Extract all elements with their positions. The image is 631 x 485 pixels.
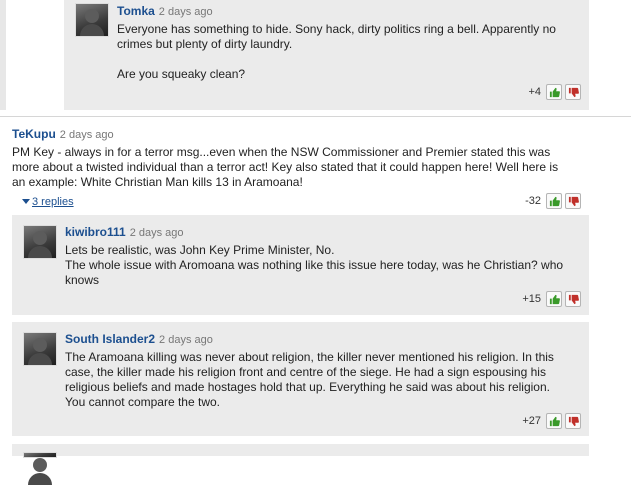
caret-down-icon bbox=[22, 199, 30, 205]
comment-line: Are you squeaky clean? bbox=[117, 67, 246, 81]
comment-line: knows bbox=[65, 273, 100, 287]
upvote-button[interactable] bbox=[546, 193, 562, 209]
thumbs-down-icon bbox=[568, 196, 579, 206]
reply-comment-kiwibro111: kiwibro111 2 days ago Lets be realistic, … bbox=[12, 215, 589, 315]
replies-link[interactable]: 3 replies bbox=[32, 196, 74, 208]
comment-time: 2 days ago bbox=[59, 129, 114, 141]
reply-comment-south-islander2: South Islander2 2 days ago The Aramoana k… bbox=[12, 322, 589, 436]
avatar[interactable] bbox=[75, 3, 109, 37]
author-link[interactable]: kiwibro111 bbox=[65, 225, 126, 239]
comment-time: 2 days ago bbox=[158, 6, 213, 18]
comment-header: TeKupu 2 days ago bbox=[12, 127, 114, 141]
thumbs-up-icon bbox=[549, 416, 560, 426]
avatar[interactable] bbox=[23, 452, 57, 485]
avatar[interactable] bbox=[23, 225, 57, 259]
avatar[interactable] bbox=[23, 332, 57, 366]
vote-score: +4 bbox=[528, 86, 541, 98]
comment-line: The Aramoana killing was never about rel… bbox=[65, 350, 554, 364]
comment-body: Lets be realistic, was John Key Prime Mi… bbox=[65, 243, 580, 288]
comment-line: Lets be realistic, was John Key Prime Mi… bbox=[65, 243, 335, 257]
comment-line: The whole issue with Aromoana was nothin… bbox=[65, 258, 564, 272]
comment-body: The Aramoana killing was never about rel… bbox=[65, 350, 580, 410]
vote-controls: -32 bbox=[525, 193, 581, 209]
comment-line: an example: White Christian Man kills 13… bbox=[12, 175, 303, 189]
downvote-button[interactable] bbox=[565, 413, 581, 429]
comment-tekupu: TeKupu 2 days ago PM Key - always in for … bbox=[0, 119, 631, 211]
upvote-button[interactable] bbox=[546, 291, 562, 307]
author-link[interactable]: South Islander2 bbox=[65, 332, 155, 346]
comment-line: Everyone has something to hide. Sony hac… bbox=[117, 22, 556, 36]
comment-header: Tomka 2 days ago bbox=[117, 4, 213, 18]
comment-time: 2 days ago bbox=[129, 227, 184, 239]
comment-line: more about a twisted individual than a t… bbox=[12, 160, 559, 174]
vote-controls: +4 bbox=[528, 84, 581, 100]
author-link[interactable]: TeKupu bbox=[12, 127, 56, 141]
comment-line: PM Key - always in for a terror msg...ev… bbox=[12, 145, 551, 159]
comment-line: crimes but plenty of dirty laundry. bbox=[117, 37, 293, 51]
thumbs-up-icon bbox=[549, 87, 560, 97]
downvote-button[interactable] bbox=[565, 291, 581, 307]
reply-comment-tomka: Tomka 2 days ago Everyone has something t… bbox=[64, 0, 589, 110]
comment-header: kiwibro111 2 days ago bbox=[65, 225, 184, 239]
replies-toggle[interactable]: 3 replies bbox=[22, 194, 74, 208]
comment-line: religious beliefs and made hostages hold… bbox=[65, 380, 550, 394]
comment-line bbox=[117, 52, 582, 67]
comment-body: Everyone has something to hide. Sony hac… bbox=[117, 22, 582, 82]
reply-comment-next bbox=[12, 444, 589, 485]
vote-controls: +15 bbox=[522, 291, 581, 307]
vote-controls: +27 bbox=[522, 413, 581, 429]
thumbs-down-icon bbox=[568, 416, 579, 426]
comment-line: case, the killer made his religion front… bbox=[65, 365, 546, 379]
thumbs-down-icon bbox=[568, 87, 579, 97]
downvote-button[interactable] bbox=[565, 84, 581, 100]
thumbs-up-icon bbox=[549, 294, 560, 304]
thumbs-up-icon bbox=[549, 196, 560, 206]
downvote-button[interactable] bbox=[565, 193, 581, 209]
comment-body: PM Key - always in for a terror msg...ev… bbox=[12, 145, 622, 190]
comment-line: You cannot compare the two. bbox=[65, 395, 220, 409]
upvote-button[interactable] bbox=[546, 413, 562, 429]
vote-score: +27 bbox=[522, 415, 541, 427]
comment-header: South Islander2 2 days ago bbox=[65, 332, 213, 346]
author-link[interactable]: Tomka bbox=[117, 4, 155, 18]
comment-time: 2 days ago bbox=[159, 334, 213, 346]
thread-rail bbox=[0, 0, 6, 110]
vote-score: -32 bbox=[525, 195, 541, 207]
comment-divider bbox=[0, 116, 631, 117]
thumbs-down-icon bbox=[568, 294, 579, 304]
vote-score: +15 bbox=[522, 293, 541, 305]
upvote-button[interactable] bbox=[546, 84, 562, 100]
